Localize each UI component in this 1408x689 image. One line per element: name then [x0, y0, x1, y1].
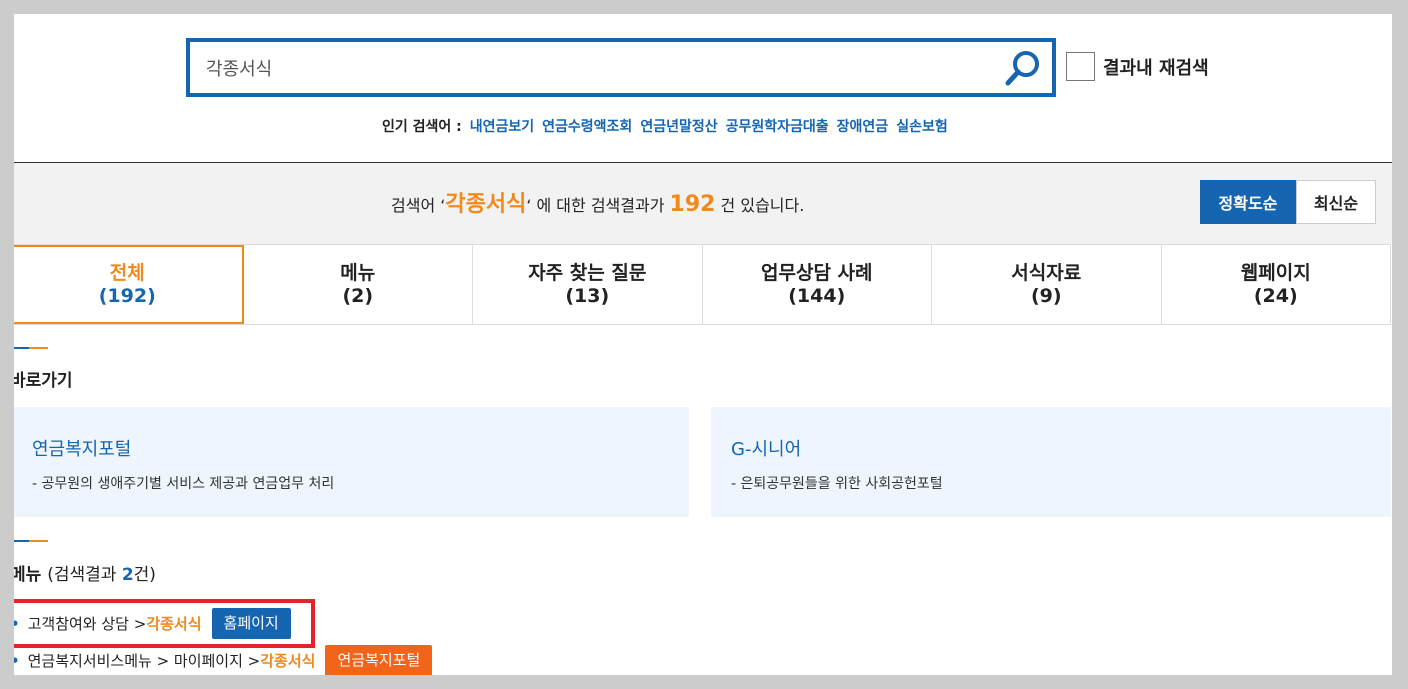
popular-term[interactable]: 내연금보기 [470, 116, 534, 136]
menu-section-title: 메뉴 (검색결과 2건) [14, 560, 156, 585]
sort-options: 정확도순 최신순 [1200, 180, 1376, 224]
menu-path[interactable]: 연금복지서비스메뉴 > 마이페이지 > [28, 650, 261, 671]
search-input[interactable] [206, 42, 986, 93]
popular-term[interactable]: 연금년말정산 [640, 116, 717, 136]
result-summary-bar: 검색어 ‘각종서식‘ 에 대한 검색결과가 192 건 있습니다. 정확도순 최… [14, 162, 1392, 244]
category-tabs: 전체 (192) 메뉴 (2) 자주 찾는 질문 (13) 업무상담 사례 (1… [14, 244, 1391, 325]
search-button[interactable] [1004, 49, 1042, 87]
tab-all[interactable]: 전체 (192) [14, 245, 244, 324]
search-icon [1005, 51, 1039, 86]
card-desc: - 은퇴공무원들을 위한 사회공헌포털 [731, 476, 943, 492]
tab-label: 전체 [109, 261, 145, 284]
menu-count: 2 [121, 565, 134, 585]
tab-count: (13) [565, 284, 610, 307]
popular-term[interactable]: 실손보험 [896, 116, 948, 136]
recheck-option[interactable]: 결과내 재검색 [1066, 52, 1209, 81]
popular-term[interactable]: 연금수령액조회 [542, 116, 632, 136]
result-suffix: 건 있습니다. [715, 196, 805, 215]
tab-label: 업무상담 사례 [761, 261, 873, 284]
shortcut-card-g-senior[interactable]: G-시니어 - 은퇴공무원들을 위한 사회공헌포털 [711, 407, 1391, 517]
tab-faq[interactable]: 자주 찾는 질문 (13) [473, 245, 703, 324]
pension-portal-tag[interactable]: 연금복지포털 [325, 645, 433, 675]
tab-count: (2) [342, 284, 374, 307]
tab-count: (24) [1253, 284, 1298, 307]
recheck-label: 결과내 재검색 [1103, 57, 1209, 79]
bullet: • [14, 652, 20, 670]
tab-count: (192) [98, 284, 156, 307]
card-title[interactable]: 연금복지포털 [32, 435, 131, 461]
tab-menu[interactable]: 메뉴 (2) [244, 245, 473, 324]
shortcut-card-pension-portal[interactable]: 연금복지포털 - 공무원의 생애주기별 서비스 제공과 연금업무 처리 [14, 407, 689, 517]
menu-sub-open: (검색결과 [47, 565, 122, 585]
popular-label: 인기 검색어 : [382, 119, 462, 135]
result-prefix: 검색어 ‘ [391, 196, 446, 215]
tab-label: 서식자료 [1011, 261, 1082, 284]
result-keyword: 각종서식 [445, 192, 527, 217]
tab-forms[interactable]: 서식자료 (9) [932, 245, 1162, 324]
search-results-page: 결과내 재검색 인기 검색어 : 내연금보기 연금수령액조회 연금년말정산 공무… [14, 14, 1392, 675]
menu-sub-close: 건) [133, 565, 156, 585]
section-divider [14, 347, 48, 349]
tab-label: 자주 찾는 질문 [528, 261, 647, 284]
result-count: 192 [669, 192, 716, 217]
popular-keywords: 인기 검색어 : 내연금보기 연금수령액조회 연금년말정산 공무원학자금대출 장… [382, 116, 948, 136]
result-middle: ‘ 에 대한 검색결과가 [526, 196, 670, 215]
recheck-checkbox[interactable] [1066, 52, 1095, 81]
tab-webpages[interactable]: 웹페이지 (24) [1162, 245, 1391, 324]
tab-label: 메뉴 [340, 261, 376, 284]
section-divider [14, 540, 48, 542]
tab-consult-cases[interactable]: 업무상담 사례 (144) [703, 245, 932, 324]
list-item[interactable]: • 연금복지서비스메뉴 > 마이페이지 > 각종서식 연금복지포털 [14, 645, 433, 675]
shortcuts-title: 바로가기 [14, 371, 73, 391]
sort-accuracy-button[interactable]: 정확도순 [1200, 180, 1296, 224]
result-summary: 검색어 ‘각종서식‘ 에 대한 검색결과가 192 건 있습니다. [391, 186, 804, 218]
highlight-box [14, 599, 315, 648]
tab-count: (144) [788, 284, 846, 307]
sort-latest-button[interactable]: 최신순 [1296, 180, 1376, 224]
popular-term[interactable]: 장애연금 [837, 116, 889, 136]
search-box [186, 38, 1056, 97]
tab-count: (9) [1030, 284, 1062, 307]
popular-term[interactable]: 공무원학자금대출 [726, 116, 829, 136]
card-title[interactable]: G-시니어 [731, 435, 801, 461]
card-desc: - 공무원의 생애주기별 서비스 제공과 연금업무 처리 [32, 476, 335, 492]
menu-path-highlight[interactable]: 각종서식 [260, 650, 315, 671]
tab-label: 웹페이지 [1240, 261, 1311, 284]
menu-title: 메뉴 [14, 565, 42, 585]
